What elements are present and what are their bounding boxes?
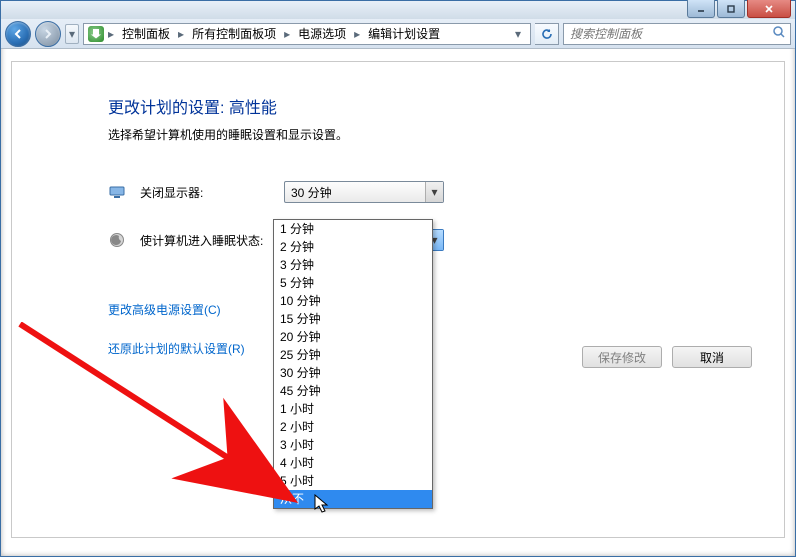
minimize-button[interactable] xyxy=(687,0,715,18)
chevron-right-icon[interactable]: ▸ xyxy=(106,27,116,41)
dropdown-option[interactable]: 25 分钟 xyxy=(274,346,432,364)
page-title: 更改计划的设置: 高性能 xyxy=(108,94,784,118)
chevron-down-icon[interactable]: ▾ xyxy=(425,182,443,202)
dropdown-option[interactable]: 4 小时 xyxy=(274,454,432,472)
save-button[interactable]: 保存修改 xyxy=(582,346,662,368)
address-dropdown-icon[interactable]: ▾ xyxy=(510,27,526,41)
turn-off-display-label: 关闭显示器: xyxy=(140,184,270,201)
chevron-right-icon[interactable]: ▸ xyxy=(176,27,186,41)
refresh-button[interactable] xyxy=(535,23,559,45)
chevron-right-icon[interactable]: ▸ xyxy=(282,27,292,41)
dropdown-option[interactable]: 从不 xyxy=(274,490,432,508)
search-icon[interactable] xyxy=(772,25,786,42)
link-advanced-power-settings[interactable]: 更改高级电源设置(C) xyxy=(108,301,784,318)
combo-value: 30 分钟 xyxy=(291,184,332,201)
dropdown-option[interactable]: 2 小时 xyxy=(274,418,432,436)
dropdown-option[interactable]: 3 分钟 xyxy=(274,256,432,274)
dropdown-option[interactable]: 10 分钟 xyxy=(274,292,432,310)
dropdown-option[interactable]: 30 分钟 xyxy=(274,364,432,382)
dropdown-option[interactable]: 5 小时 xyxy=(274,472,432,490)
search-input[interactable] xyxy=(568,26,772,42)
button-row: 保存修改 取消 xyxy=(582,346,752,368)
control-panel-icon xyxy=(88,26,104,42)
nav-history-dropdown[interactable]: ▾ xyxy=(65,24,79,44)
content-panel: 更改计划的设置: 高性能 选择希望计算机使用的睡眠设置和显示设置。 关闭显示器:… xyxy=(11,61,785,538)
dropdown-option[interactable]: 15 分钟 xyxy=(274,310,432,328)
turn-off-display-combo[interactable]: 30 分钟 ▾ xyxy=(284,181,444,203)
dropdown-option[interactable]: 3 小时 xyxy=(274,436,432,454)
maximize-button[interactable] xyxy=(717,0,745,18)
content-inner: 更改计划的设置: 高性能 选择希望计算机使用的睡眠设置和显示设置。 关闭显示器:… xyxy=(12,62,784,537)
titlebar[interactable] xyxy=(1,1,795,19)
sleep-label: 使计算机进入睡眠状态: xyxy=(140,232,270,249)
cancel-button[interactable]: 取消 xyxy=(672,346,752,368)
dropdown-option[interactable]: 1 分钟 xyxy=(274,220,432,238)
window-frame: ▾ ▸ 控制面板 ▸ 所有控制面板项 ▸ 电源选项 ▸ 编辑计划设置 ▾ 更改计… xyxy=(0,0,796,557)
chevron-right-icon[interactable]: ▸ xyxy=(352,27,362,41)
search-box[interactable] xyxy=(563,23,791,45)
sleep-dropdown-list[interactable]: 1 分钟2 分钟3 分钟5 分钟10 分钟15 分钟20 分钟25 分钟30 分… xyxy=(273,219,433,509)
nav-row: ▾ ▸ 控制面板 ▸ 所有控制面板项 ▸ 电源选项 ▸ 编辑计划设置 ▾ xyxy=(1,19,795,49)
display-icon xyxy=(108,183,126,201)
caption-buttons xyxy=(687,0,791,18)
dropdown-option[interactable]: 2 分钟 xyxy=(274,238,432,256)
row-turn-off-display: 关闭显示器: 30 分钟 ▾ xyxy=(108,181,784,203)
breadcrumb-item[interactable]: 编辑计划设置 xyxy=(364,24,444,44)
dropdown-option[interactable]: 45 分钟 xyxy=(274,382,432,400)
close-button[interactable] xyxy=(747,0,791,18)
dropdown-option[interactable]: 1 小时 xyxy=(274,400,432,418)
dropdown-option[interactable]: 5 分钟 xyxy=(274,274,432,292)
forward-button[interactable] xyxy=(35,21,61,47)
breadcrumb-item[interactable]: 电源选项 xyxy=(294,24,350,44)
page-subtitle: 选择希望计算机使用的睡眠设置和显示设置。 xyxy=(108,126,784,143)
dropdown-option[interactable]: 20 分钟 xyxy=(274,328,432,346)
sleep-icon xyxy=(108,231,126,249)
row-sleep: 使计算机进入睡眠状态: 从不 ▾ xyxy=(108,229,784,251)
breadcrumb-item[interactable]: 控制面板 xyxy=(118,24,174,44)
back-button[interactable] xyxy=(5,21,31,47)
address-bar[interactable]: ▸ 控制面板 ▸ 所有控制面板项 ▸ 电源选项 ▸ 编辑计划设置 ▾ xyxy=(83,23,531,45)
breadcrumb-item[interactable]: 所有控制面板项 xyxy=(188,24,280,44)
